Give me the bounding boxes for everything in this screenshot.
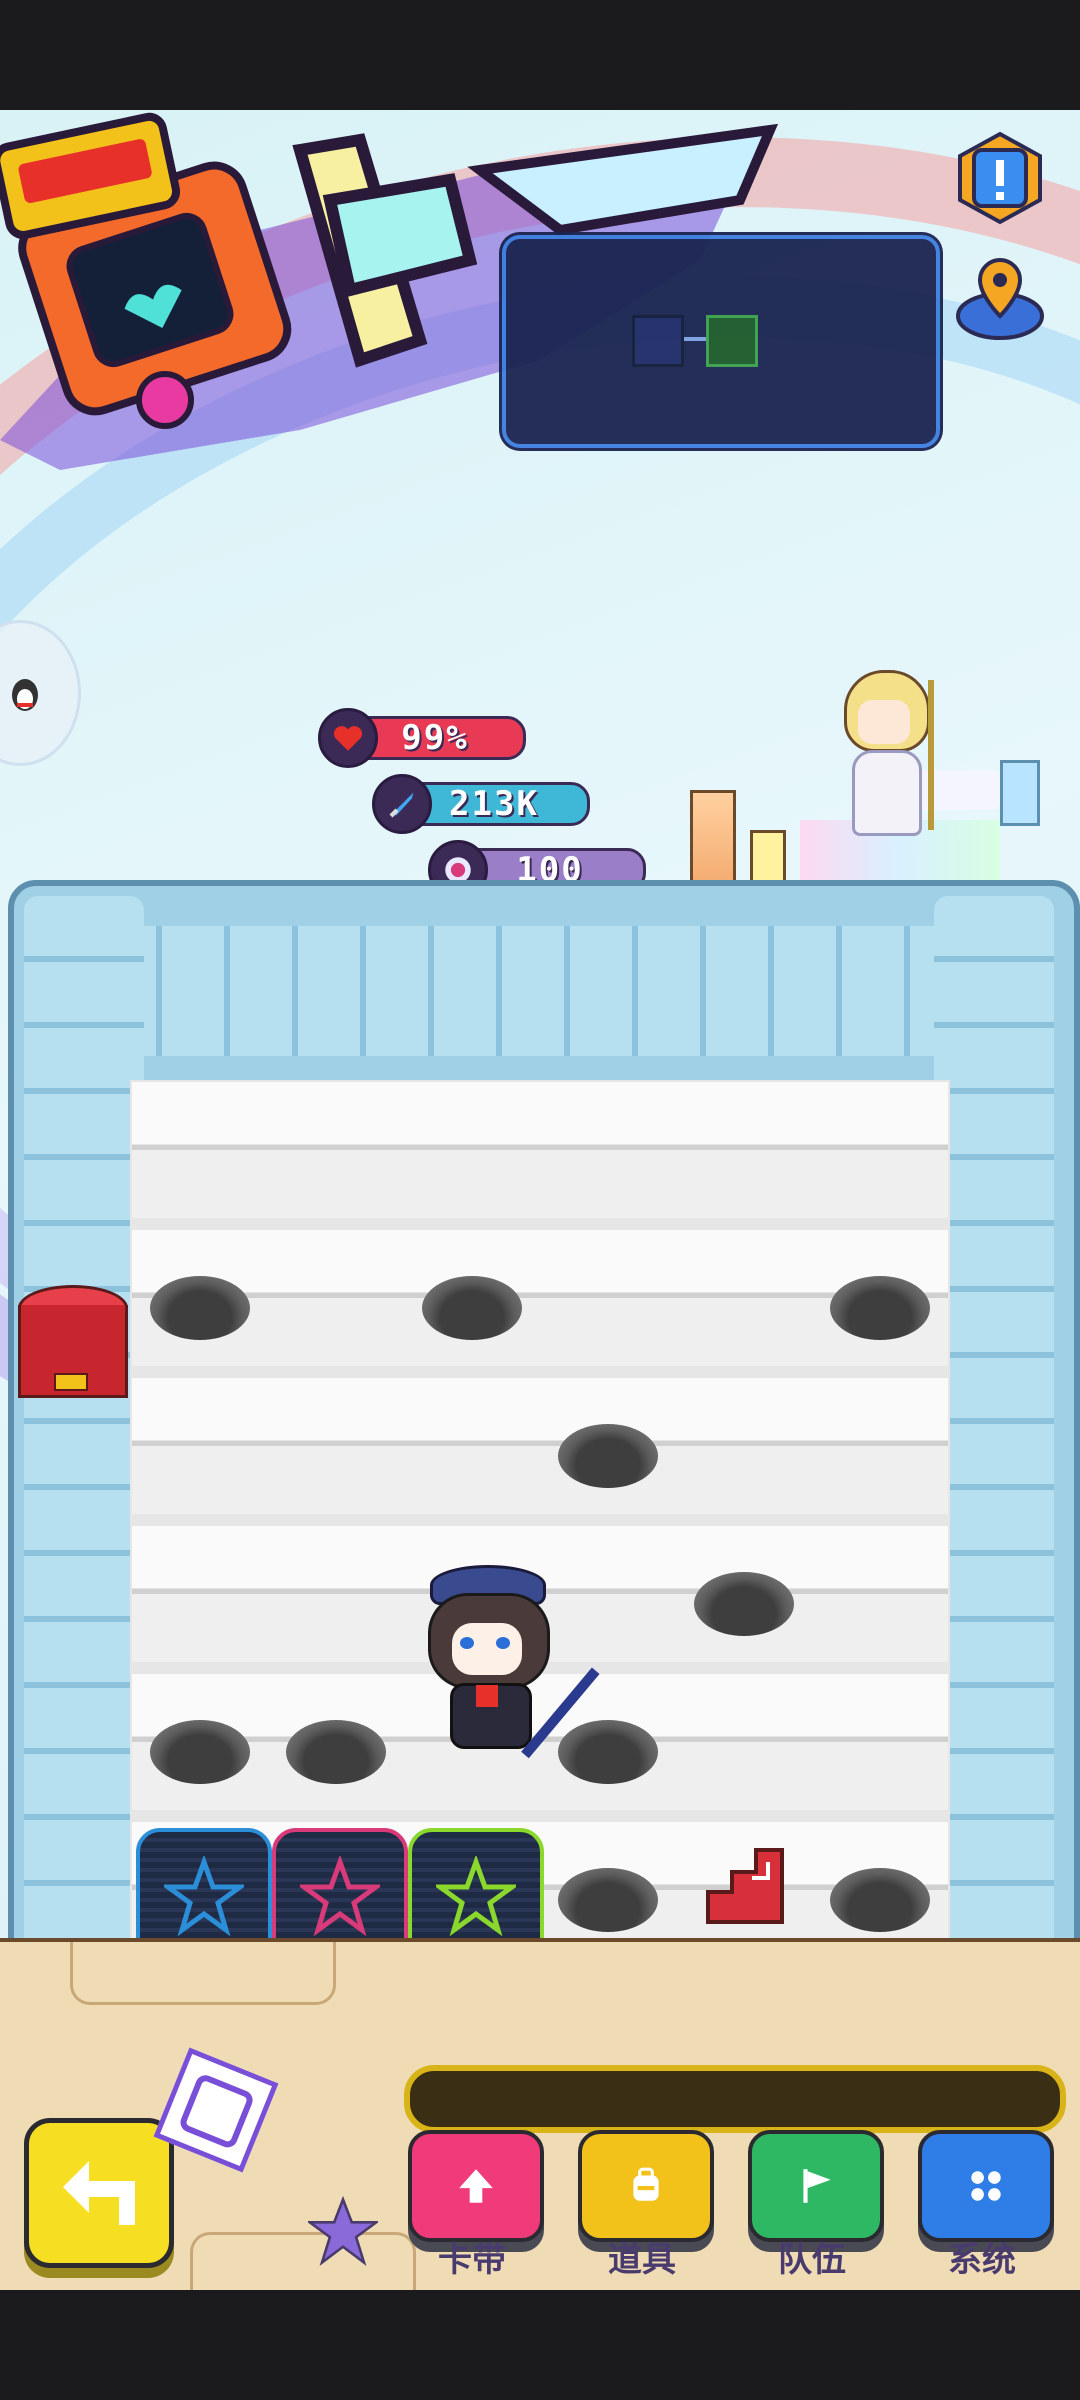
mailbox[interactable]	[14, 1285, 128, 1405]
board-tile[interactable]	[812, 1378, 948, 1514]
board-tile[interactable]	[676, 1526, 812, 1662]
board-tile[interactable]	[132, 1378, 268, 1514]
board-tile[interactable]	[676, 1378, 812, 1514]
board-tile[interactable]	[812, 1674, 948, 1810]
star-icon	[164, 1856, 244, 1936]
board-tile[interactable]	[540, 1378, 676, 1514]
board-tile[interactable]	[268, 1526, 404, 1662]
cassette-button[interactable]	[408, 2130, 544, 2242]
progress-track	[404, 2065, 1066, 2133]
system-label: 系统	[948, 2240, 1016, 2280]
four-dots-icon	[971, 2171, 1001, 2201]
floor-hole	[422, 1276, 522, 1340]
flag-icon	[803, 2169, 831, 2203]
board-tile[interactable]	[812, 1082, 948, 1218]
player-character[interactable]	[400, 1565, 600, 1759]
attack-stat: 213K	[372, 774, 592, 834]
board-tile[interactable]	[132, 1526, 268, 1662]
minimap-connector	[684, 337, 706, 341]
board-tile[interactable]	[540, 1230, 676, 1366]
board-tile[interactable]	[676, 1082, 812, 1218]
board-tile[interactable]	[404, 1378, 540, 1514]
board-tile[interactable]	[132, 1674, 268, 1810]
board-tile[interactable]	[812, 1230, 948, 1366]
minimap-room	[632, 315, 684, 367]
minimap[interactable]	[502, 235, 940, 448]
quest-button[interactable]	[952, 130, 1048, 226]
exit-stairs[interactable]	[702, 1842, 786, 1926]
return-arrow-icon	[63, 2161, 135, 2225]
heart-icon	[318, 708, 378, 768]
floor-hole	[694, 1572, 794, 1636]
board-tile[interactable]	[812, 1526, 948, 1662]
navigation-bar	[0, 2290, 1080, 2400]
angel-npc[interactable]	[824, 670, 944, 850]
map-button[interactable]	[952, 252, 1048, 348]
floor-hole	[286, 1720, 386, 1784]
board-tile[interactable]	[404, 1230, 540, 1366]
penguin-icon	[12, 679, 38, 711]
floor-hole	[558, 1424, 658, 1488]
floor-hole	[150, 1276, 250, 1340]
system-button[interactable]	[918, 2130, 1054, 2242]
up-arrow-icon	[459, 2169, 493, 2203]
team-label: 队伍	[778, 2240, 846, 2280]
board-tile[interactable]	[676, 1230, 812, 1366]
sword-icon	[372, 774, 432, 834]
floor-hole	[558, 1868, 658, 1932]
exclamation-badge-icon	[958, 131, 1042, 225]
board-tile[interactable]	[540, 1082, 676, 1218]
star-icon	[436, 1856, 516, 1936]
board-tile[interactable]	[268, 1082, 404, 1218]
board-tile[interactable]	[404, 1082, 540, 1218]
board-tile[interactable]	[132, 1230, 268, 1366]
minimap-room-current	[706, 315, 758, 367]
items-label: 道具	[608, 2240, 676, 2280]
star-icon	[308, 2196, 378, 2266]
board-tile[interactable]	[132, 1082, 268, 1218]
back-button[interactable]	[24, 2118, 174, 2268]
team-button[interactable]	[748, 2130, 884, 2242]
items-button[interactable]	[578, 2130, 714, 2242]
floor-hole	[830, 1868, 930, 1932]
board-tile[interactable]	[268, 1230, 404, 1366]
board-tile[interactable]	[676, 1674, 812, 1810]
status-bar	[0, 0, 1080, 110]
hp-stat: 99%	[318, 708, 528, 768]
hp-value: 99%	[401, 718, 469, 758]
cassette-label: 卡带	[438, 2240, 506, 2280]
floor-hole	[150, 1720, 250, 1784]
map-pin-icon	[956, 257, 1044, 340]
star-icon	[300, 1856, 380, 1936]
board-tile[interactable]	[268, 1674, 404, 1810]
backpack-icon	[633, 2167, 659, 2201]
attack-value: 213K	[449, 784, 539, 824]
game-board	[130, 1080, 950, 1970]
board-tile[interactable]	[268, 1378, 404, 1514]
floor-hole	[830, 1276, 930, 1340]
